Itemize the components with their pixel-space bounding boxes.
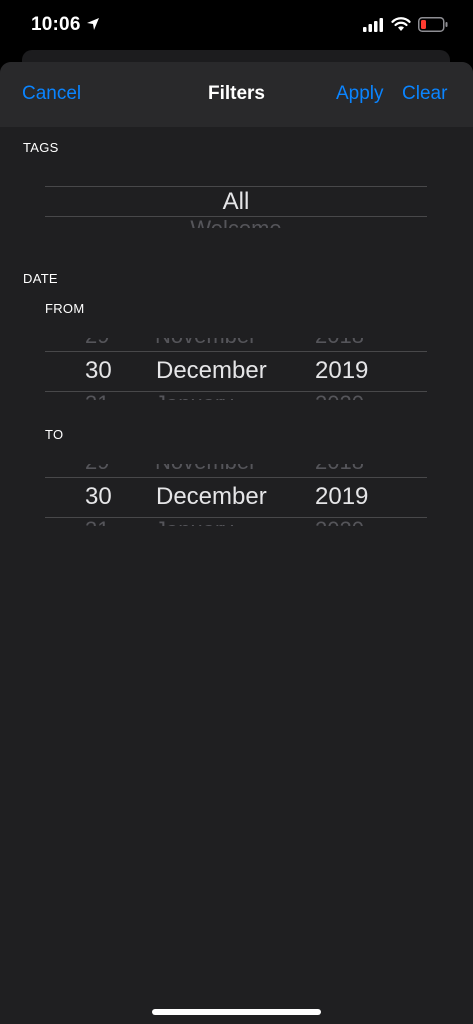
tags-picker-selected[interactable]: All <box>45 188 427 216</box>
from-label: FROM <box>45 301 85 316</box>
tags-section-label: TAGS <box>23 140 59 155</box>
to-month-next[interactable]: January <box>155 518 233 526</box>
to-day-next[interactable]: 31 <box>85 518 109 526</box>
home-indicator[interactable] <box>152 1009 321 1015</box>
to-day-selected[interactable]: 30 <box>85 483 112 511</box>
tags-picker-next[interactable]: Welcome <box>45 216 427 228</box>
to-year-selected[interactable]: 2019 <box>315 483 368 511</box>
to-date-picker[interactable]: 29 November 2018 30 December 2019 31 Jan… <box>45 464 427 526</box>
location-arrow-icon <box>87 18 99 30</box>
status-time: 10:06 <box>31 14 81 35</box>
to-year-prev[interactable]: 2018 <box>315 464 364 474</box>
from-year-next[interactable]: 2020 <box>315 392 364 400</box>
from-day-selected[interactable]: 30 <box>85 357 112 385</box>
from-month-next[interactable]: January <box>155 392 233 400</box>
filters-sheet: Cancel Filters Apply Clear TAGS All Welc… <box>0 62 473 1024</box>
from-date-picker[interactable]: 29 November 2018 30 December 2019 31 Jan… <box>45 338 427 400</box>
to-day-prev[interactable]: 29 <box>85 464 109 474</box>
from-day-prev[interactable]: 29 <box>85 338 109 348</box>
tags-picker[interactable]: All Welcome <box>45 174 427 234</box>
from-year-prev[interactable]: 2018 <box>315 338 364 348</box>
from-year-selected[interactable]: 2019 <box>315 357 368 385</box>
picker-selection-line-top <box>45 351 427 352</box>
from-month-prev[interactable]: November <box>155 338 256 348</box>
battery-icon <box>418 17 448 32</box>
apply-button[interactable]: Apply <box>336 83 384 105</box>
picker-selection-line-top <box>45 186 427 187</box>
wifi-icon <box>391 17 411 31</box>
to-year-next[interactable]: 2020 <box>315 518 364 526</box>
status-bar: 10:06 <box>0 0 473 50</box>
cellular-signal-icon <box>363 18 383 32</box>
from-day-next[interactable]: 31 <box>85 392 109 400</box>
to-label: TO <box>45 427 64 442</box>
picker-selection-line-top <box>45 477 427 478</box>
to-month-selected[interactable]: December <box>156 483 267 511</box>
navigation-bar: Cancel Filters Apply Clear <box>0 62 473 127</box>
date-section-label: DATE <box>23 271 58 286</box>
clear-button[interactable]: Clear <box>402 83 447 105</box>
to-month-prev[interactable]: November <box>155 464 256 474</box>
from-month-selected[interactable]: December <box>156 357 267 385</box>
